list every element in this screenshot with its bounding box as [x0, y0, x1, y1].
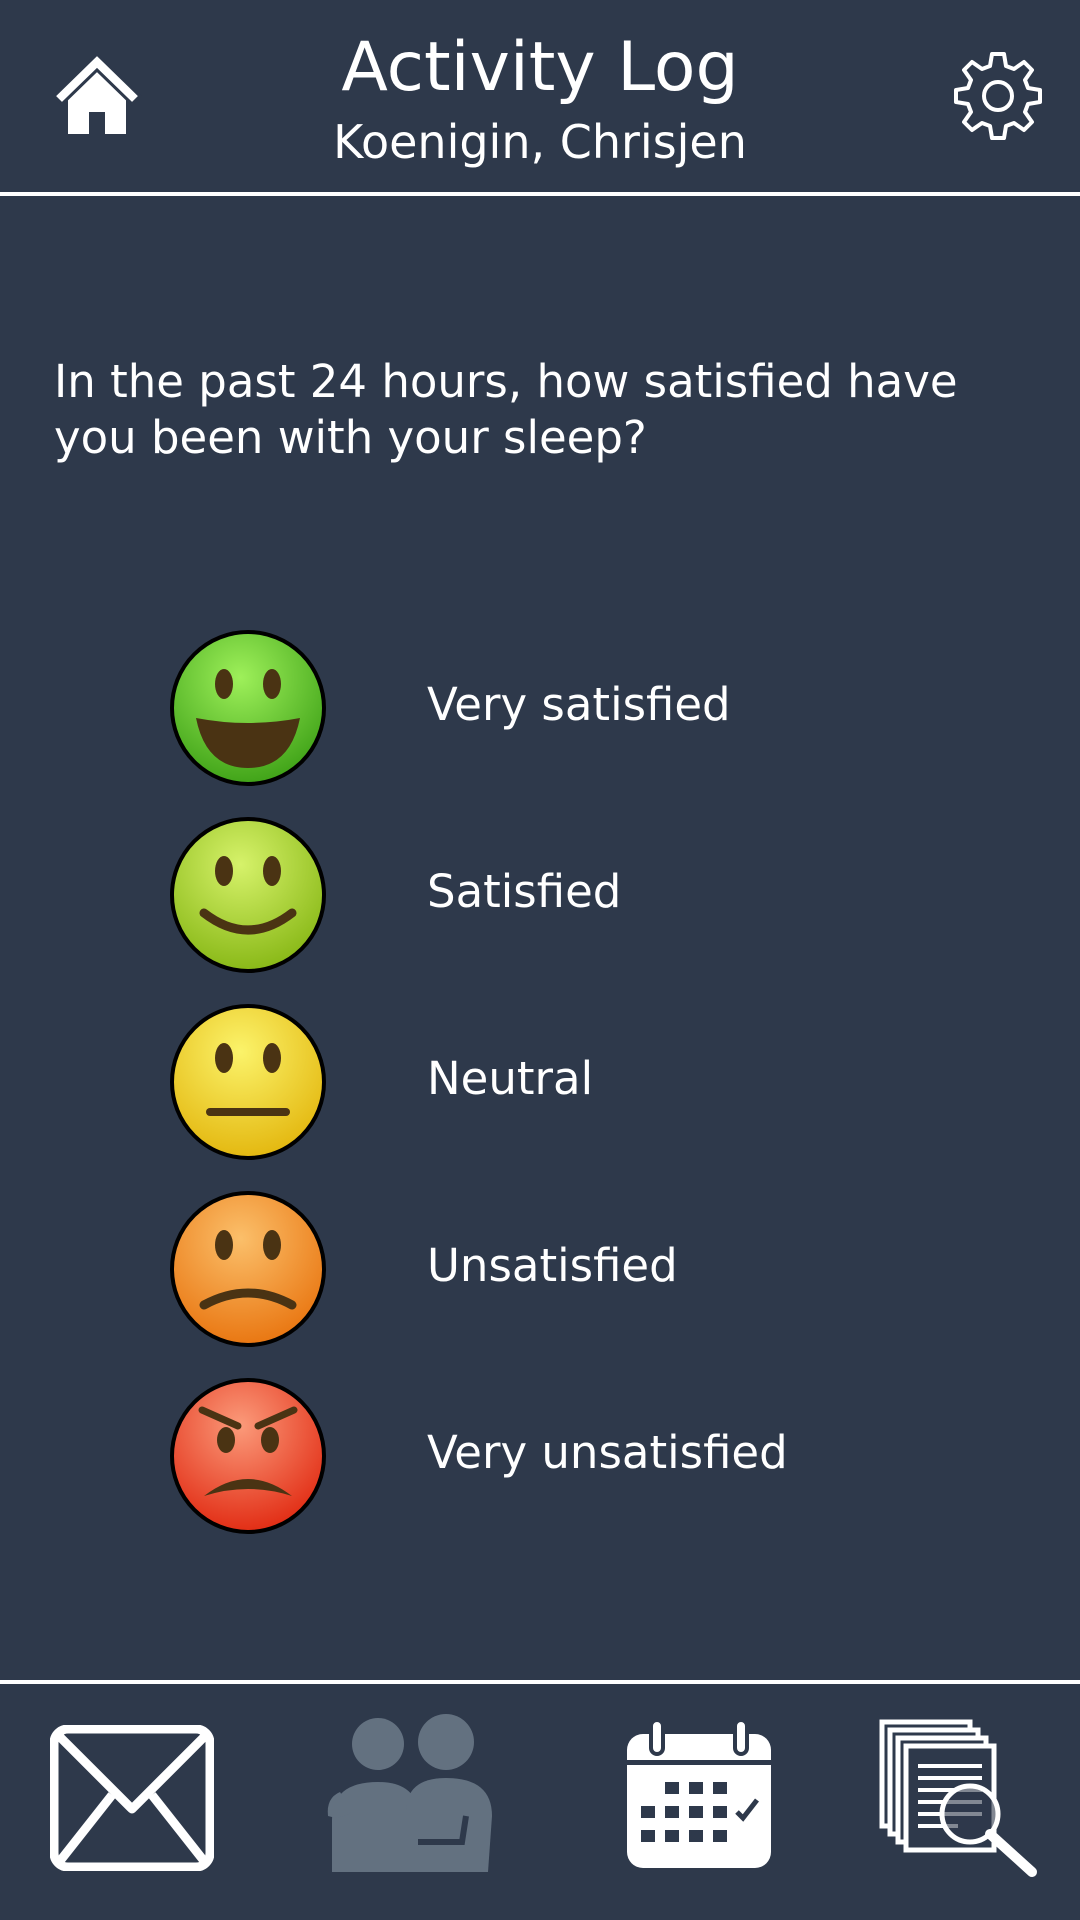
settings-button[interactable] — [950, 48, 1046, 144]
nav-care-team-button[interactable] — [322, 1712, 498, 1880]
option-unsatisfied[interactable]: Unsatisfied — [160, 1186, 860, 1356]
option-very-satisfied[interactable]: Very satisfied — [160, 625, 860, 795]
documents-search-icon — [879, 1719, 1037, 1877]
option-label: Satisfied — [427, 865, 622, 918]
calendar-icon — [627, 1718, 771, 1868]
gear-icon — [954, 52, 1042, 140]
footer-divider — [0, 1680, 1080, 1684]
happy-face-icon — [170, 817, 326, 973]
app-header: Activity Log Koenigin, Chrisjen — [0, 0, 1080, 192]
neutral-face-icon — [170, 1004, 326, 1160]
patient-name: Koenigin, Chrisjen — [333, 115, 747, 169]
survey-question: In the past 24 hours, how satisfied have… — [54, 355, 958, 464]
nav-messages-button[interactable] — [49, 1724, 215, 1875]
nav-documents-button[interactable] — [878, 1718, 1038, 1882]
page-title: Activity Log — [341, 28, 739, 107]
mail-icon — [49, 1724, 215, 1872]
option-label: Unsatisfied — [427, 1239, 678, 1292]
header-divider — [0, 192, 1080, 196]
very-happy-face-icon — [170, 630, 326, 786]
option-neutral[interactable]: Neutral — [160, 999, 860, 1169]
option-label: Very satisfied — [427, 678, 731, 731]
option-label: Neutral — [427, 1052, 594, 1105]
option-very-unsatisfied[interactable]: Very unsatisfied — [160, 1373, 860, 1543]
sad-face-icon — [170, 1191, 326, 1347]
angry-face-icon — [170, 1378, 326, 1534]
option-satisfied[interactable]: Satisfied — [160, 812, 860, 982]
option-label: Very unsatisfied — [427, 1426, 788, 1479]
nav-calendar-button[interactable] — [625, 1718, 773, 1874]
care-team-icon — [327, 1714, 492, 1872]
